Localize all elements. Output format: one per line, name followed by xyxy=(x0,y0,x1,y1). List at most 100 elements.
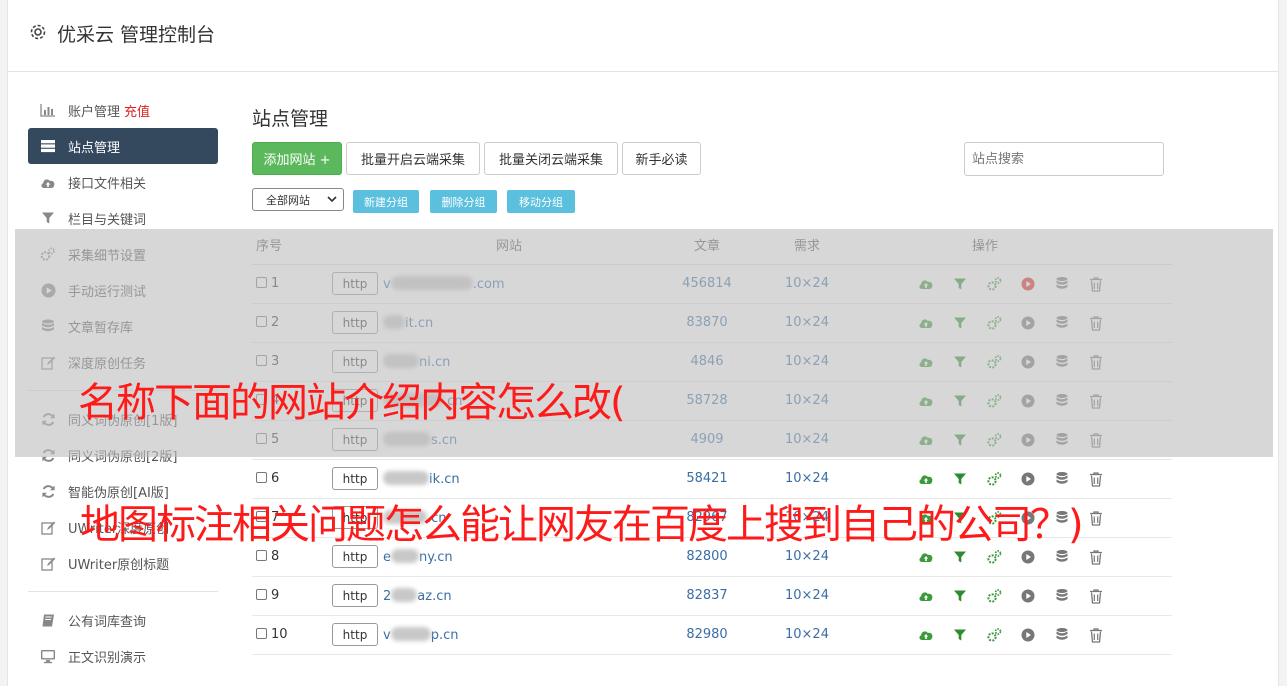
sidebar-item-label: 接口文件相关 xyxy=(68,176,147,192)
server-list-icon xyxy=(39,137,57,155)
database-icon[interactable] xyxy=(1054,549,1070,565)
filter-icon xyxy=(39,209,57,227)
edit-icon xyxy=(39,518,57,536)
database-icon[interactable] xyxy=(1054,588,1070,604)
http-button[interactable]: http xyxy=(332,467,378,490)
database-icon[interactable] xyxy=(1054,627,1070,643)
play-circle-icon[interactable] xyxy=(1020,627,1036,643)
sidebar-item-label: 站点管理 xyxy=(68,140,121,156)
filter-icon[interactable] xyxy=(952,627,968,643)
gear-icon xyxy=(30,24,46,40)
row-ops xyxy=(862,576,1172,616)
play-circle-icon[interactable] xyxy=(1020,471,1036,487)
site-suffix: ik.cn xyxy=(429,471,460,487)
site-suffix: az.cn xyxy=(417,588,452,604)
batch-open-cloud-button[interactable]: 批量开启云端采集 xyxy=(346,142,480,175)
cloud-upload-icon[interactable] xyxy=(918,588,934,604)
monitor-icon xyxy=(39,647,57,665)
gears-icon[interactable] xyxy=(986,588,1002,604)
row-demand[interactable]: 10×24 xyxy=(752,576,862,616)
table-row: 9 http 2 az.cn 82837 10×24 xyxy=(252,576,1172,616)
filter-icon[interactable] xyxy=(952,471,968,487)
recharge-link[interactable]: 充值 xyxy=(124,101,150,120)
sidebar-item-label: UWriter原创标题 xyxy=(68,557,170,573)
trash-icon[interactable] xyxy=(1088,627,1104,643)
edit-icon xyxy=(39,554,57,572)
play-circle-icon[interactable] xyxy=(1020,549,1036,565)
cloud-upload-icon xyxy=(39,173,57,191)
site-search-input[interactable] xyxy=(964,142,1164,176)
page-title: 站点管理 xyxy=(252,108,329,130)
site-prefix: v xyxy=(383,627,391,643)
site-link[interactable]: 2 az.cn xyxy=(383,587,452,604)
redacted-site-name xyxy=(390,626,431,641)
play-circle-icon[interactable] xyxy=(1020,588,1036,604)
row-site-cell: http 2 az.cn xyxy=(332,576,662,616)
sidebar-item-label: 账户管理 xyxy=(68,104,121,120)
row-site-cell: http v p.cn xyxy=(332,615,662,655)
row-no: 8 xyxy=(271,549,280,564)
site-link[interactable]: v p.cn xyxy=(383,626,458,643)
group-select[interactable]: 全部网站 xyxy=(252,188,344,211)
caption-line-1: 名称下面的网站介绍内容怎么改( xyxy=(78,380,626,426)
row-ops xyxy=(862,615,1172,655)
site-prefix: 2 xyxy=(383,588,392,604)
site-link[interactable]: e ny.cn xyxy=(383,548,453,565)
row-no-cell: 10 xyxy=(252,615,332,655)
site-suffix: ny.cn xyxy=(419,549,453,565)
batch-close-cloud-button[interactable]: 批量关闭云端采集 xyxy=(484,142,618,175)
sidebar-item-c-2[interactable]: 正文识别演示 xyxy=(28,638,218,674)
row-demand[interactable]: 10×24 xyxy=(752,615,862,655)
filter-icon[interactable] xyxy=(952,588,968,604)
filter-icon[interactable] xyxy=(952,549,968,565)
trash-icon[interactable] xyxy=(1088,588,1104,604)
table-row: 10 http v p.cn 82980 10×24 xyxy=(252,615,1172,655)
row-no-cell: 9 xyxy=(252,576,332,616)
caption-line-2: 地图标注相关问题怎么能让网友在百度上搜到自己的公司？) xyxy=(80,502,1084,548)
redacted-site-name xyxy=(383,470,429,485)
cloud-upload-icon[interactable] xyxy=(918,627,934,643)
row-checkbox[interactable] xyxy=(256,550,267,561)
page-header-title: 优采云 管理控制台 xyxy=(57,24,216,46)
sidebar-item-a-1[interactable]: 账户管理 充值 xyxy=(28,92,218,128)
cloud-upload-icon[interactable] xyxy=(918,549,934,565)
http-button[interactable]: http xyxy=(332,584,378,607)
bar-chart-icon xyxy=(39,101,57,119)
row-no: 10 xyxy=(271,627,288,642)
trash-icon[interactable] xyxy=(1088,549,1104,565)
gears-icon[interactable] xyxy=(986,549,1002,565)
site-link[interactable]: ik.cn xyxy=(383,470,460,487)
book-icon xyxy=(39,611,57,629)
delete-group-button[interactable]: 删除分组 xyxy=(430,190,497,213)
sidebar-item-c-1[interactable]: 公有词库查询 xyxy=(28,602,218,638)
site-prefix: e xyxy=(383,549,391,565)
redacted-site-name xyxy=(391,548,419,563)
chevron-down-icon xyxy=(327,196,337,203)
sidebar-item-label: 正文识别演示 xyxy=(68,650,147,666)
row-checkbox[interactable] xyxy=(256,628,267,639)
http-button[interactable]: http xyxy=(332,623,378,646)
row-articles[interactable]: 82980 xyxy=(662,615,752,655)
new-group-button[interactable]: 新建分组 xyxy=(353,190,419,213)
row-no: 6 xyxy=(271,471,280,486)
header: 优采云 管理控制台 xyxy=(8,0,1278,72)
trash-icon[interactable] xyxy=(1088,510,1104,526)
trash-icon[interactable] xyxy=(1088,471,1104,487)
gears-icon[interactable] xyxy=(986,471,1002,487)
database-icon[interactable] xyxy=(1054,471,1070,487)
guide-button[interactable]: 新手必读 xyxy=(622,142,701,175)
move-group-button[interactable]: 移动分组 xyxy=(507,190,575,213)
row-no: 9 xyxy=(271,588,280,603)
add-site-button[interactable]: 添加网站 + xyxy=(252,142,342,175)
cloud-upload-icon[interactable] xyxy=(918,471,934,487)
row-checkbox[interactable] xyxy=(256,472,267,483)
sidebar-item-a-2[interactable]: 站点管理 xyxy=(28,128,218,164)
sidebar-item-label: 公有词库查询 xyxy=(68,614,147,630)
sidebar-item-a-3[interactable]: 接口文件相关 xyxy=(28,164,218,200)
gears-icon[interactable] xyxy=(986,627,1002,643)
refresh-icon xyxy=(39,482,57,500)
row-checkbox[interactable] xyxy=(256,589,267,600)
sidebar-divider xyxy=(28,591,218,592)
sidebar-item-b-5[interactable]: UWriter原创标题 xyxy=(28,545,218,581)
row-articles[interactable]: 82837 xyxy=(662,576,752,616)
